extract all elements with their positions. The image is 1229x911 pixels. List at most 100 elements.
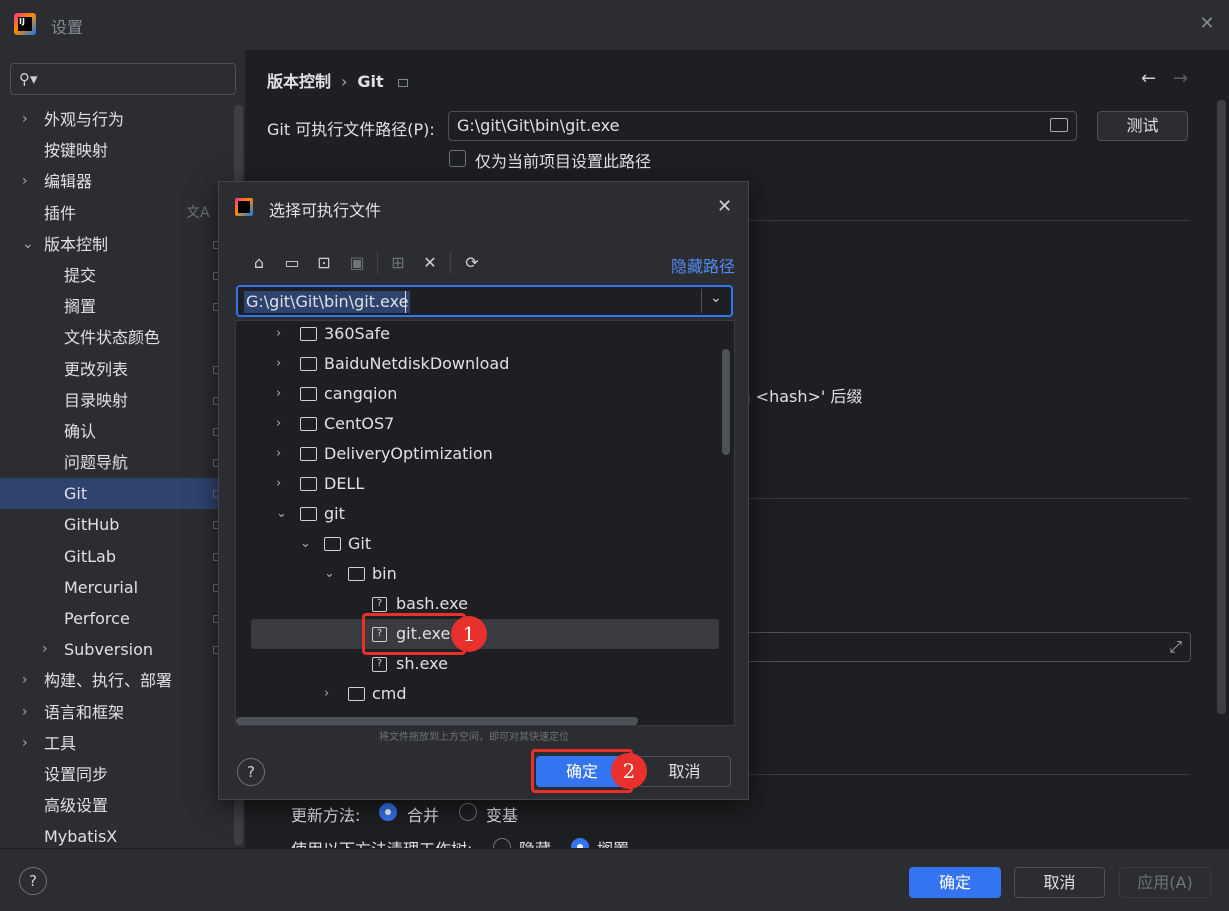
dialog-cancel-button[interactable]: 取消 bbox=[638, 756, 731, 787]
refresh-icon[interactable]: ⟳ bbox=[461, 252, 483, 274]
folder-icon bbox=[300, 447, 317, 461]
sidebar-item[interactable]: GitHub bbox=[0, 509, 230, 540]
chevron-down-icon[interactable]: ⌄ bbox=[22, 229, 34, 260]
tree-folder-item[interactable]: › cmd bbox=[236, 679, 734, 709]
desktop-icon[interactable]: ▭ bbox=[281, 252, 303, 274]
sidebar-item[interactable]: 提交 bbox=[0, 260, 230, 291]
sidebar-item-label: 提交 bbox=[64, 265, 97, 285]
sidebar-item[interactable]: › 外观与行为 bbox=[0, 104, 230, 135]
chevron-down-icon[interactable]: ⌄ bbox=[276, 499, 287, 529]
chevron-right-icon[interactable]: › bbox=[276, 469, 281, 499]
sidebar-item[interactable]: 设置同步 bbox=[0, 759, 230, 790]
tree-folder-item[interactable]: › DELL bbox=[236, 469, 734, 499]
breadcrumb-parent[interactable]: 版本控制 bbox=[267, 72, 331, 91]
chevron-right-icon[interactable]: › bbox=[22, 104, 28, 135]
tree-file-item[interactable]: ? sh.exe bbox=[236, 649, 734, 679]
ok-button[interactable]: 确定 bbox=[909, 867, 1001, 898]
settings-search-input[interactable]: ⚲▾ bbox=[10, 63, 236, 95]
project-only-checkbox[interactable] bbox=[449, 150, 466, 167]
tree-item-label: cangqion bbox=[324, 384, 398, 403]
git-exe-path-field[interactable]: G:\git\Git\bin\git.exe bbox=[448, 111, 1077, 141]
sidebar-item[interactable]: 更改列表 bbox=[0, 354, 230, 385]
sidebar-item[interactable]: 问题导航 bbox=[0, 447, 230, 478]
protected-branches-field[interactable]: ⤢ bbox=[735, 632, 1191, 662]
new-folder-icon[interactable]: ⊞ bbox=[387, 252, 409, 274]
dialog-help-icon[interactable]: ? bbox=[237, 758, 265, 786]
folder-icon bbox=[300, 507, 317, 521]
sidebar-item[interactable]: 按键映射 bbox=[0, 135, 230, 166]
folder-icon bbox=[348, 567, 365, 581]
forward-arrow-icon[interactable]: → bbox=[1173, 68, 1188, 89]
expand-icon[interactable]: ⤢ bbox=[1169, 637, 1182, 657]
sidebar-item[interactable]: 插件 文A bbox=[0, 198, 230, 229]
update-merge-radio[interactable] bbox=[379, 803, 397, 821]
chevron-down-icon[interactable]: ⌄ bbox=[300, 529, 311, 559]
chevron-down-icon[interactable]: ⌄ bbox=[710, 290, 722, 306]
update-rebase-radio[interactable] bbox=[459, 803, 477, 821]
home-icon[interactable]: ⌂ bbox=[248, 252, 270, 274]
sidebar-item[interactable]: › 构建、执行、部署 bbox=[0, 665, 230, 696]
sidebar-item[interactable]: GitLab bbox=[0, 541, 230, 572]
tree-folder-item[interactable]: › CentOS7 bbox=[236, 409, 734, 439]
tree-folder-item[interactable]: › cangqion bbox=[236, 379, 734, 409]
sidebar-item[interactable]: 文件状态颜色 bbox=[0, 322, 230, 353]
breadcrumb: 版本控制 › Git bbox=[267, 68, 408, 92]
tree-folder-item[interactable]: › DeliveryOptimization bbox=[236, 439, 734, 469]
sidebar-item-label: 文件状态颜色 bbox=[64, 328, 161, 348]
cancel-button[interactable]: 取消 bbox=[1014, 867, 1105, 898]
tree-folder-item[interactable]: › BaiduNetdiskDownload bbox=[236, 349, 734, 379]
chevron-right-icon[interactable]: › bbox=[276, 439, 281, 469]
sidebar-item[interactable]: 高级设置 bbox=[0, 790, 230, 821]
sidebar-item[interactable]: › 工具 bbox=[0, 728, 230, 759]
sidebar-item[interactable]: Perforce bbox=[0, 603, 230, 634]
test-button[interactable]: 测试 bbox=[1097, 111, 1188, 141]
chevron-right-icon[interactable]: › bbox=[42, 634, 48, 665]
chevron-down-icon[interactable]: ⌄ bbox=[324, 559, 335, 589]
chevron-right-icon[interactable]: › bbox=[276, 321, 281, 349]
tree-folder-item[interactable]: ⌄ git bbox=[236, 499, 734, 529]
dialog-close-icon[interactable]: ✕ bbox=[717, 196, 732, 217]
chevron-right-icon[interactable]: › bbox=[276, 379, 281, 409]
tree-folder-item[interactable]: ⌄ bin bbox=[236, 559, 734, 589]
help-icon[interactable]: ? bbox=[19, 867, 47, 895]
settings-footer: ? 确定 取消 应用(A) bbox=[0, 848, 1229, 911]
sidebar-item[interactable]: ⌄ 版本控制 bbox=[0, 229, 230, 260]
folder-icon bbox=[300, 477, 317, 491]
sidebar-item-label: GitHub bbox=[64, 515, 120, 535]
file-tree[interactable]: ›dev›cmd?sh.exe?git.exe?bash.exe⌄bin⌄Git… bbox=[235, 320, 735, 726]
chevron-right-icon[interactable]: › bbox=[22, 728, 28, 759]
apply-button[interactable]: 应用(A) bbox=[1119, 867, 1211, 898]
hide-path-link[interactable]: 隐藏路径 bbox=[671, 253, 735, 277]
tree-horizontal-scrollbar[interactable] bbox=[236, 717, 638, 725]
sidebar-item[interactable]: Mercurial bbox=[0, 572, 230, 603]
chevron-right-icon[interactable]: › bbox=[22, 697, 28, 728]
chevron-right-icon[interactable]: › bbox=[276, 349, 281, 379]
module-folder-icon[interactable]: ▣ bbox=[346, 252, 368, 274]
tree-folder-item[interactable]: ⌄ Git bbox=[236, 529, 734, 559]
sidebar-item-label: GitLab bbox=[64, 546, 116, 566]
delete-icon[interactable]: ✕ bbox=[419, 252, 441, 274]
tree-folder-item[interactable]: › 360Safe bbox=[236, 321, 734, 349]
sidebar-item[interactable]: 确认 bbox=[0, 416, 230, 447]
tree-file-item[interactable]: ? bash.exe bbox=[236, 589, 734, 619]
chevron-right-icon[interactable]: › bbox=[22, 166, 28, 197]
tree-vertical-scrollbar[interactable] bbox=[722, 349, 730, 455]
browse-folder-icon[interactable] bbox=[1050, 118, 1068, 132]
breadcrumb-separator: › bbox=[341, 72, 348, 91]
main-scrollbar[interactable] bbox=[1217, 100, 1226, 714]
chevron-right-icon[interactable]: › bbox=[22, 665, 28, 696]
sidebar-item[interactable]: › Subversion bbox=[0, 634, 230, 665]
project-folder-icon[interactable]: ⊡ bbox=[313, 252, 335, 274]
back-arrow-icon[interactable]: ← bbox=[1141, 68, 1156, 89]
path-input[interactable]: G:\git\Git\bin\git.exe ⌄ bbox=[236, 285, 733, 317]
chevron-right-icon[interactable]: › bbox=[276, 409, 281, 439]
tree-item-label: bin bbox=[372, 564, 397, 583]
sidebar-item[interactable]: Git bbox=[0, 478, 230, 510]
chevron-right-icon[interactable]: › bbox=[324, 679, 329, 709]
sidebar-item-label: 高级设置 bbox=[44, 796, 109, 816]
sidebar-item[interactable]: 目录映射 bbox=[0, 385, 230, 416]
close-icon[interactable]: ✕ bbox=[1197, 14, 1217, 34]
sidebar-item[interactable]: › 编辑器 bbox=[0, 166, 230, 197]
sidebar-item[interactable]: › 语言和框架 bbox=[0, 697, 230, 728]
sidebar-item[interactable]: 搁置 bbox=[0, 291, 230, 322]
